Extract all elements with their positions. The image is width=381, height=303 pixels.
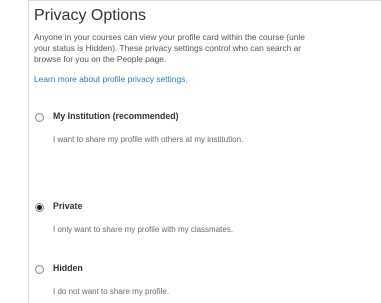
description-line: Anyone in your courses can view your pro…	[34, 32, 305, 42]
description-line: your status is Hidden). These privacy se…	[34, 43, 302, 53]
option-label[interactable]: My Institution (recommended)	[53, 111, 179, 121]
panel-title: Privacy Options	[34, 7, 147, 24]
description-line: browse for you on the People page.	[34, 54, 167, 64]
radio-hidden[interactable]	[35, 265, 44, 274]
option-help-text: I want to share my profile with others a…	[53, 135, 244, 144]
option-private[interactable]: Private I only want to share my profile …	[29, 201, 381, 245]
option-label[interactable]: Private	[53, 201, 82, 211]
privacy-options-panel: Privacy Options Anyone in your courses c…	[28, 0, 381, 303]
option-help-text: I only want to share my profile with my …	[53, 225, 234, 234]
radio-private[interactable]	[35, 203, 44, 212]
option-label[interactable]: Hidden	[53, 263, 83, 273]
learn-more-link[interactable]: Learn more about profile privacy setting…	[34, 74, 188, 84]
option-help-text: I do not want to share my profile.	[53, 287, 170, 296]
option-hidden[interactable]: Hidden I do not want to share my profile…	[29, 263, 381, 303]
radio-my-institution[interactable]	[35, 113, 44, 122]
option-my-institution[interactable]: My Institution (recommended) I want to s…	[29, 111, 381, 155]
privacy-description: Anyone in your courses can view your pro…	[34, 32, 381, 65]
